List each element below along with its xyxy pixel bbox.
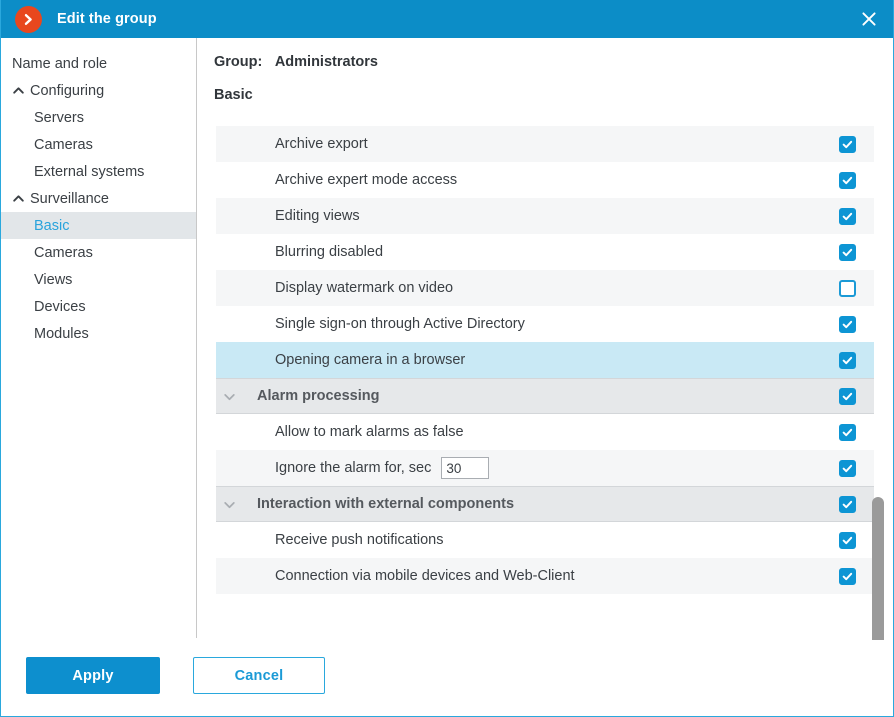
sidebar-item-cameras[interactable]: Cameras xyxy=(1,131,196,158)
sidebar-item-label: Views xyxy=(34,271,73,288)
sidebar-item-devices[interactable]: Devices xyxy=(1,293,196,320)
chevron-right-circle-icon xyxy=(15,5,42,33)
permission-group-header[interactable]: Interaction with external components xyxy=(216,486,874,522)
chevron-down-icon[interactable] xyxy=(218,498,240,511)
permission-label: Connection via mobile devices and Web-Cl… xyxy=(275,568,575,584)
permission-label: Archive expert mode access xyxy=(275,172,458,188)
sidebar-item-label: Cameras xyxy=(34,136,93,153)
permission-label: Display watermark on video xyxy=(275,280,454,296)
permission-row[interactable]: Receive push notifications xyxy=(216,522,874,558)
sidebar-item-name-and-role[interactable]: Name and role xyxy=(1,50,196,77)
permission-group-header[interactable]: Alarm processing xyxy=(216,378,874,414)
permission-row[interactable]: Single sign-on through Active Directory xyxy=(216,306,874,342)
permission-label: Single sign-on through Active Directory xyxy=(275,316,525,332)
group-line: Group: Administrators xyxy=(214,54,893,70)
permission-inline-group: Ignore the alarm for, sec xyxy=(216,457,490,479)
content-panel: Group: Administrators Basic Archive expo… xyxy=(197,38,893,679)
permission-label: Ignore the alarm for, sec xyxy=(275,460,432,476)
permission-row[interactable]: Archive export xyxy=(216,126,874,162)
apply-button[interactable]: Apply xyxy=(26,657,160,694)
close-icon xyxy=(862,12,876,26)
edit-group-dialog: Edit the group Name and role Configuring S… xyxy=(0,0,894,717)
permission-checkbox[interactable] xyxy=(839,207,856,225)
permission-checkbox[interactable] xyxy=(839,135,856,153)
dialog-footer: Apply Cancel xyxy=(1,640,893,716)
chevron-down-icon[interactable] xyxy=(218,390,240,403)
permission-label: Editing views xyxy=(275,208,360,224)
window-title: Edit the group xyxy=(57,11,157,27)
vertical-scrollbar-track[interactable] xyxy=(872,126,884,651)
permission-row[interactable]: Connection via mobile devices and Web-Cl… xyxy=(216,558,874,594)
sidebar-item-label: Configuring xyxy=(30,82,105,99)
permission-checkbox[interactable] xyxy=(839,351,856,369)
permission-row[interactable]: Ignore the alarm for, sec xyxy=(216,450,874,486)
permission-label: Archive export xyxy=(275,136,368,152)
permission-checkbox[interactable] xyxy=(839,171,856,189)
permission-label: Blurring disabled xyxy=(275,244,384,260)
permission-row[interactable]: Editing views xyxy=(216,198,874,234)
dialog-body: Name and role Configuring Servers Cameras Ex… xyxy=(1,38,893,679)
permission-group-label: Interaction with external components xyxy=(257,496,515,512)
permission-group-label: Alarm processing xyxy=(257,388,380,404)
permission-checkbox[interactable] xyxy=(839,243,856,261)
permission-checkbox[interactable] xyxy=(839,495,856,513)
sidebar-nav: Name and role Configuring Servers Cameras Ex… xyxy=(1,38,197,638)
sidebar-item-views[interactable]: Views xyxy=(1,266,196,293)
vertical-scrollbar-thumb[interactable] xyxy=(872,497,884,651)
permission-row[interactable]: Archive expert mode access xyxy=(216,162,874,198)
permission-checkbox[interactable] xyxy=(839,387,856,405)
group-label: Group: xyxy=(214,54,263,70)
page-title: Basic xyxy=(214,87,253,103)
sidebar-item-label: Basic xyxy=(34,217,70,234)
sidebar-item-cameras[interactable]: Cameras xyxy=(1,239,196,266)
permission-label: Opening camera in a browser xyxy=(275,352,466,368)
permission-row[interactable]: Blurring disabled xyxy=(216,234,874,270)
sidebar-item-label: Servers xyxy=(34,109,84,126)
permission-row[interactable]: Opening camera in a browser xyxy=(216,342,874,378)
sidebar-item-label: Surveillance xyxy=(30,190,109,207)
sidebar-item-servers[interactable]: Servers xyxy=(1,104,196,131)
permission-checkbox[interactable] xyxy=(839,459,856,477)
permission-label: Receive push notifications xyxy=(275,532,444,548)
sidebar-item-configuring[interactable]: Configuring xyxy=(1,77,196,104)
title-bar: Edit the group xyxy=(1,0,893,38)
sidebar-item-modules[interactable]: Modules xyxy=(1,320,196,347)
permission-row[interactable]: Allow to mark alarms as false xyxy=(216,414,874,450)
permission-checkbox[interactable] xyxy=(839,567,856,585)
chevron-up-icon xyxy=(12,192,30,205)
ignore-alarm-seconds-input[interactable] xyxy=(441,457,490,479)
permission-checkbox[interactable] xyxy=(839,315,856,333)
sidebar-item-label: External systems xyxy=(34,163,145,180)
close-button[interactable] xyxy=(845,0,893,38)
sidebar-item-label: Name and role xyxy=(12,55,108,72)
permission-row[interactable]: Display watermark on video xyxy=(216,270,874,306)
cancel-button[interactable]: Cancel xyxy=(193,657,325,694)
permission-checkbox[interactable] xyxy=(839,279,856,297)
permissions-list: Archive export Archive expert mode access… xyxy=(216,126,874,594)
sidebar-item-basic[interactable]: Basic xyxy=(1,212,196,239)
sidebar-item-surveillance[interactable]: Surveillance xyxy=(1,185,196,212)
sidebar-item-label: Devices xyxy=(34,298,86,315)
sidebar-item-external-systems[interactable]: External systems xyxy=(1,158,196,185)
permission-label: Allow to mark alarms as false xyxy=(275,424,464,440)
permission-checkbox[interactable] xyxy=(839,531,856,549)
group-name: Administrators xyxy=(274,54,378,70)
permission-checkbox[interactable] xyxy=(839,423,856,441)
sidebar-item-label: Modules xyxy=(34,325,89,342)
chevron-up-icon xyxy=(12,84,30,97)
sidebar-item-label: Cameras xyxy=(34,244,93,261)
